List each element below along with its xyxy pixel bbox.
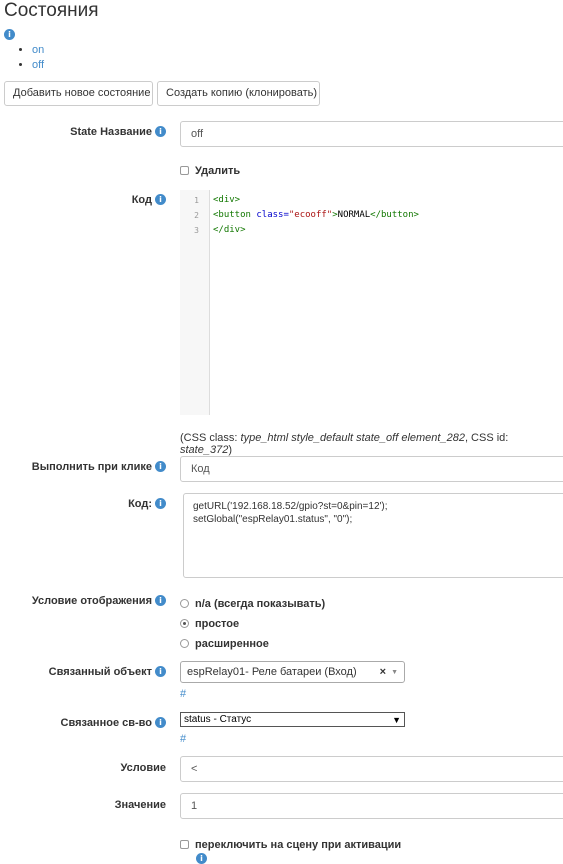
condition-label: Условие	[0, 762, 166, 774]
radio-label: простое	[195, 618, 240, 630]
line-number: 1	[194, 196, 199, 205]
info-icon[interactable]: i	[4, 29, 15, 40]
code-token: <div>	[213, 195, 241, 205]
list-item: off	[32, 58, 44, 73]
linked-object-label: Связанный объект i	[0, 666, 166, 678]
switch-scene-row[interactable]: переключить на сцену при активации	[180, 837, 401, 851]
radio-button[interactable]	[180, 639, 189, 648]
linked-object-link[interactable]: #	[180, 688, 186, 700]
radio-label: расширенное	[195, 638, 269, 650]
radio-button[interactable]	[180, 599, 189, 608]
list-item: on	[32, 43, 44, 58]
code-label: Код i	[0, 194, 166, 206]
linked-property-label: Связанное св-во i	[0, 717, 166, 729]
code-token: <button	[213, 210, 257, 220]
condition-select[interactable]: <	[180, 756, 563, 782]
delete-checkbox[interactable]	[180, 166, 189, 175]
radio-button[interactable]	[180, 619, 189, 628]
clear-icon[interactable]: ×	[380, 666, 386, 678]
code-token: </div>	[213, 225, 246, 235]
click-code-label: Код: i	[0, 498, 166, 510]
code-line: <div>	[213, 193, 419, 208]
radio-label: n/a (всегда показывать)	[195, 598, 326, 610]
info-icon[interactable]: i	[155, 717, 166, 728]
click-code-textarea[interactable]: getURL('192.168.18.52/gpio?st=0&pin=12')…	[183, 493, 563, 578]
on-click-label-text: Выполнить при клике	[31, 461, 152, 473]
line-number-gutter: 1 2 3	[180, 190, 210, 415]
state-name-value: off	[191, 128, 204, 140]
linked-property-value: status - Статус	[184, 714, 252, 725]
click-code-line: getURL('192.168.18.52/gpio?st=0&pin=12')…	[193, 501, 388, 512]
chevron-down-icon[interactable]: ▼	[391, 669, 398, 676]
display-condition-label: Условие отображения i	[0, 595, 166, 607]
switch-scene-label: переключить на сцену при активации	[195, 839, 402, 851]
delete-checkbox-row[interactable]: Удалить	[180, 163, 240, 177]
line-number: 2	[194, 211, 199, 220]
chevron-down-icon[interactable]: ▼	[392, 715, 401, 725]
code-label-text: Код	[131, 194, 152, 206]
css-note: (CSS class: type_html style_default stat…	[180, 432, 563, 456]
css-classes: type_html style_default state_off elemen…	[240, 432, 465, 444]
value-label: Значение	[0, 799, 166, 811]
code-lines[interactable]: <div> <button class="ecooff">NORMAL</but…	[213, 193, 419, 238]
condition-label-text: Условие	[120, 762, 166, 774]
code-editor[interactable]: 1 2 3 <div> <button class="ecooff">NORMA…	[180, 190, 563, 415]
on-click-label: Выполнить при клике i	[0, 461, 166, 473]
info-icon[interactable]: i	[155, 666, 166, 677]
state-name-label: State Название i	[0, 126, 166, 138]
info-icon[interactable]: i	[155, 461, 166, 472]
linked-property-link[interactable]: #	[180, 733, 186, 745]
radio-option[interactable]: n/a (всегда показывать)	[180, 596, 325, 610]
code-line: </div>	[213, 223, 419, 238]
css-note-mid: , CSS id:	[464, 432, 509, 444]
line-number: 3	[194, 226, 199, 235]
radio-option[interactable]: расширенное	[180, 636, 269, 650]
switch-scene-checkbox[interactable]	[180, 840, 189, 849]
state-link-off[interactable]: off	[32, 59, 44, 71]
value-value: 1	[191, 800, 198, 812]
click-code-line: setGlobal("espRelay01.status", "0");	[193, 514, 353, 525]
linked-property-select[interactable]: status - Статус ▼	[180, 712, 405, 727]
state-name-label-text: State Название	[70, 126, 152, 138]
add-state-button[interactable]: Добавить новое состояние	[4, 81, 153, 106]
state-list: on off	[20, 43, 44, 73]
delete-label: Удалить	[195, 165, 241, 177]
on-click-select[interactable]: Код	[180, 456, 563, 482]
radio-option[interactable]: простое	[180, 616, 239, 630]
code-token: "ecooff"	[288, 210, 333, 220]
value-input[interactable]: 1	[180, 793, 563, 819]
on-click-value: Код	[191, 463, 210, 475]
css-note-prefix: (CSS class:	[180, 432, 241, 444]
display-condition-label-text: Условие отображения	[31, 595, 152, 607]
info-icon[interactable]: i	[155, 194, 166, 205]
condition-value: <	[191, 763, 198, 775]
linked-object-select[interactable]: espRelay01- Реле батареи (Вход) × ▼	[180, 661, 405, 683]
info-icon[interactable]: i	[155, 595, 166, 606]
page-title: Состояния	[4, 0, 99, 21]
linked-object-label-text: Связанный объект	[48, 666, 152, 678]
code-token: NORMAL	[337, 210, 371, 220]
code-token: class=	[256, 210, 289, 220]
info-icon[interactable]: i	[155, 126, 166, 137]
value-label-text: Значение	[114, 799, 166, 811]
code-token: </button>	[370, 210, 419, 220]
click-code-label-text: Код:	[128, 498, 152, 510]
linked-object-value: espRelay01- Реле батареи (Вход)	[187, 666, 357, 678]
css-note-suffix: )	[228, 444, 232, 456]
linked-property-label-text: Связанное св-во	[60, 717, 152, 729]
css-id: state_372	[180, 444, 229, 456]
info-icon[interactable]: i	[196, 853, 207, 864]
state-name-input[interactable]: off	[180, 121, 563, 147]
info-icon[interactable]: i	[155, 498, 166, 509]
state-link-on[interactable]: on	[32, 44, 44, 56]
code-line: <button class="ecooff">NORMAL</button>	[213, 208, 419, 223]
clone-state-button[interactable]: Создать копию (клонировать)	[157, 81, 320, 106]
